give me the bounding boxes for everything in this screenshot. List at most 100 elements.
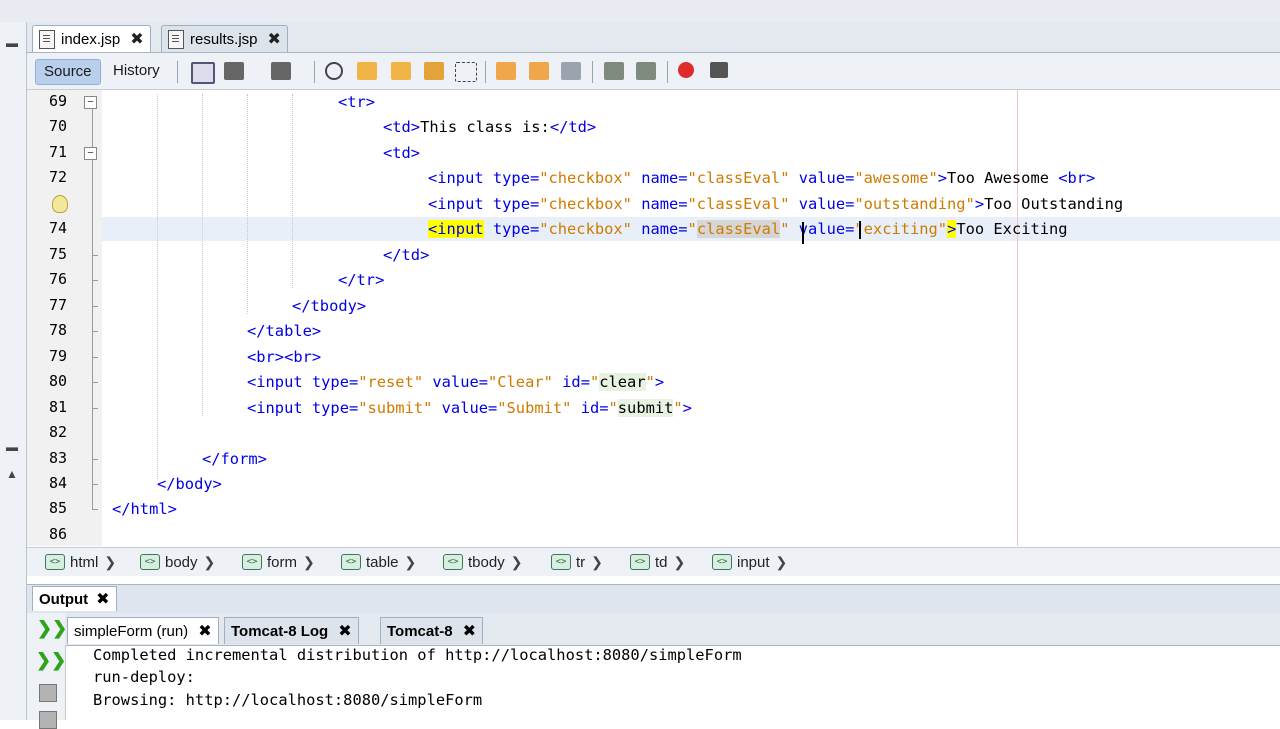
breadcrumb-body[interactable]: <> body ❯ bbox=[140, 552, 215, 572]
toggle-rect-select-icon[interactable] bbox=[455, 62, 477, 82]
source-button[interactable]: Source bbox=[35, 59, 101, 85]
output-line: run-deploy: bbox=[93, 668, 195, 686]
file-icon bbox=[39, 29, 55, 49]
close-icon[interactable]: ✖ bbox=[96, 589, 109, 609]
lightbulb-hint-icon[interactable] bbox=[52, 195, 68, 213]
line-number: 79 bbox=[48, 347, 67, 365]
line-number: 75 bbox=[48, 245, 67, 263]
previous-bookmark-icon[interactable] bbox=[496, 62, 516, 80]
right-margin-line bbox=[1017, 90, 1018, 546]
editor-toolbar: Source History bbox=[27, 53, 1280, 90]
last-edit-icon[interactable] bbox=[191, 62, 215, 84]
tab-index-jsp[interactable]: index.jsp ✖ bbox=[32, 25, 151, 52]
code-line: <input type="checkbox" name="classEval" … bbox=[428, 195, 1124, 213]
toggle-highlight-icon[interactable] bbox=[424, 62, 444, 80]
line-number: 78 bbox=[48, 321, 67, 339]
chevron-right-icon: ❯ bbox=[303, 553, 315, 570]
tag-icon: <> bbox=[45, 554, 65, 570]
back-icon[interactable] bbox=[224, 62, 244, 80]
rerun-with-params-icon[interactable]: ❯❯ bbox=[36, 651, 66, 669]
minimize-icon[interactable]: ▬ bbox=[2, 36, 22, 50]
line-number: 82 bbox=[48, 423, 67, 441]
tab-simpleform-run[interactable]: simpleForm (run) ✖ bbox=[67, 617, 219, 644]
line-number: 80 bbox=[48, 372, 67, 390]
close-icon[interactable]: ✖ bbox=[463, 621, 476, 641]
tab-tomcat[interactable]: Tomcat-8 ✖ bbox=[380, 617, 483, 644]
code-editor[interactable] bbox=[102, 90, 1280, 546]
left-collapsed-panel: ▬ ▬ ▲ bbox=[0, 22, 27, 720]
fold-collapse-icon[interactable]: − bbox=[84, 147, 97, 160]
code-line: </tr> bbox=[338, 271, 385, 289]
output-window-header bbox=[27, 584, 1280, 613]
fold-collapse-icon[interactable]: − bbox=[84, 96, 97, 109]
selected-text: classEval bbox=[696, 220, 781, 238]
line-number: 81 bbox=[48, 398, 67, 416]
line-number: 85 bbox=[48, 499, 67, 517]
line-number: 74 bbox=[48, 219, 67, 237]
breadcrumb-table[interactable]: <> table ❯ bbox=[341, 552, 416, 572]
i-beam-cursor-icon bbox=[802, 222, 810, 244]
settings-icon[interactable] bbox=[39, 711, 57, 729]
breadcrumb-html[interactable]: <> html ❯ bbox=[45, 552, 116, 572]
shift-left-icon[interactable] bbox=[604, 62, 624, 80]
chevron-right-icon: ❯ bbox=[104, 553, 117, 570]
editor-tab-bar: index.jsp ✖ results.jsp ✖ bbox=[27, 22, 1280, 53]
close-icon[interactable]: ✖ bbox=[338, 621, 351, 641]
find-next-icon[interactable] bbox=[391, 62, 411, 80]
breadcrumb-input[interactable]: <> input ❯ bbox=[712, 552, 787, 572]
chevron-right-icon: ❯ bbox=[404, 553, 417, 570]
code-line: <br><br> bbox=[247, 348, 322, 366]
close-icon[interactable]: ✖ bbox=[268, 29, 281, 49]
code-line: </td> bbox=[383, 246, 430, 264]
code-line: <td>This class is:</td> bbox=[383, 118, 597, 136]
breadcrumb-tbody[interactable]: <> tbody ❯ bbox=[443, 552, 522, 572]
output-window-tab[interactable]: Output ✖ bbox=[32, 586, 117, 611]
tag-icon: <> bbox=[551, 554, 571, 570]
tab-label: index.jsp bbox=[61, 30, 121, 48]
tag-icon: <> bbox=[443, 554, 463, 570]
breadcrumb: <> html ❯ <> body ❯ <> form ❯ <> table ❯ <> tbody… bbox=[27, 547, 1280, 576]
line-number: 71 bbox=[48, 143, 67, 161]
tab-tomcat-log[interactable]: Tomcat-8 Log ✖ bbox=[224, 617, 359, 644]
code-line: <input type="reset" value="Clear" id="cl… bbox=[247, 373, 665, 391]
next-bookmark-icon[interactable] bbox=[529, 62, 549, 80]
tab-results-jsp[interactable]: results.jsp ✖ bbox=[161, 25, 288, 52]
history-button[interactable]: History bbox=[105, 59, 168, 83]
rerun-icon[interactable]: ❯❯ bbox=[37, 619, 67, 637]
breadcrumb-td[interactable]: <> td ❯ bbox=[630, 552, 685, 572]
code-line: </table> bbox=[247, 322, 322, 340]
code-line: <td> bbox=[383, 144, 421, 162]
close-icon[interactable]: ✖ bbox=[198, 621, 211, 641]
code-line: </form> bbox=[202, 450, 267, 468]
line-number: 77 bbox=[48, 296, 67, 314]
tag-icon: <> bbox=[712, 554, 732, 570]
forward-icon[interactable] bbox=[271, 62, 291, 80]
tag-icon: <> bbox=[341, 554, 361, 570]
breadcrumb-tr[interactable]: <> tr ❯ bbox=[551, 552, 603, 572]
chevron-right-icon: ❯ bbox=[203, 553, 216, 570]
code-line: </body> bbox=[157, 475, 222, 493]
stop-macro-icon[interactable] bbox=[710, 62, 728, 78]
file-icon bbox=[168, 29, 184, 49]
output-tab-bar: simpleForm (run) ✖ Tomcat-8 Log ✖ Tomcat-8… bbox=[27, 613, 1280, 646]
record-macro-icon[interactable] bbox=[678, 62, 694, 78]
toggle-bookmark-icon[interactable] bbox=[561, 62, 581, 80]
chevron-right-icon: ❯ bbox=[775, 553, 788, 570]
minimize-icon[interactable]: ▬ bbox=[2, 440, 22, 454]
scroll-up-icon[interactable]: ▲ bbox=[2, 467, 22, 481]
stop-icon[interactable] bbox=[39, 684, 57, 702]
breadcrumb-form[interactable]: <> form ❯ bbox=[242, 552, 315, 572]
close-icon[interactable]: ✖ bbox=[130, 29, 143, 49]
tag-icon: <> bbox=[140, 554, 160, 570]
line-number: 72 bbox=[48, 168, 67, 186]
search-icon[interactable] bbox=[325, 62, 343, 80]
shift-right-icon[interactable] bbox=[636, 62, 656, 80]
tag-icon: <> bbox=[242, 554, 262, 570]
code-line-current: <input type="checkbox" name="classEval" … bbox=[428, 220, 1068, 238]
code-line: <tr> bbox=[338, 93, 376, 111]
find-previous-icon[interactable] bbox=[357, 62, 377, 80]
code-line: <input type="submit" value="Submit" id="… bbox=[247, 399, 692, 417]
output-title: Output bbox=[39, 590, 89, 608]
output-line: Browsing: http://localhost:8080/simpleFo… bbox=[93, 691, 483, 709]
text-caret bbox=[859, 221, 861, 239]
